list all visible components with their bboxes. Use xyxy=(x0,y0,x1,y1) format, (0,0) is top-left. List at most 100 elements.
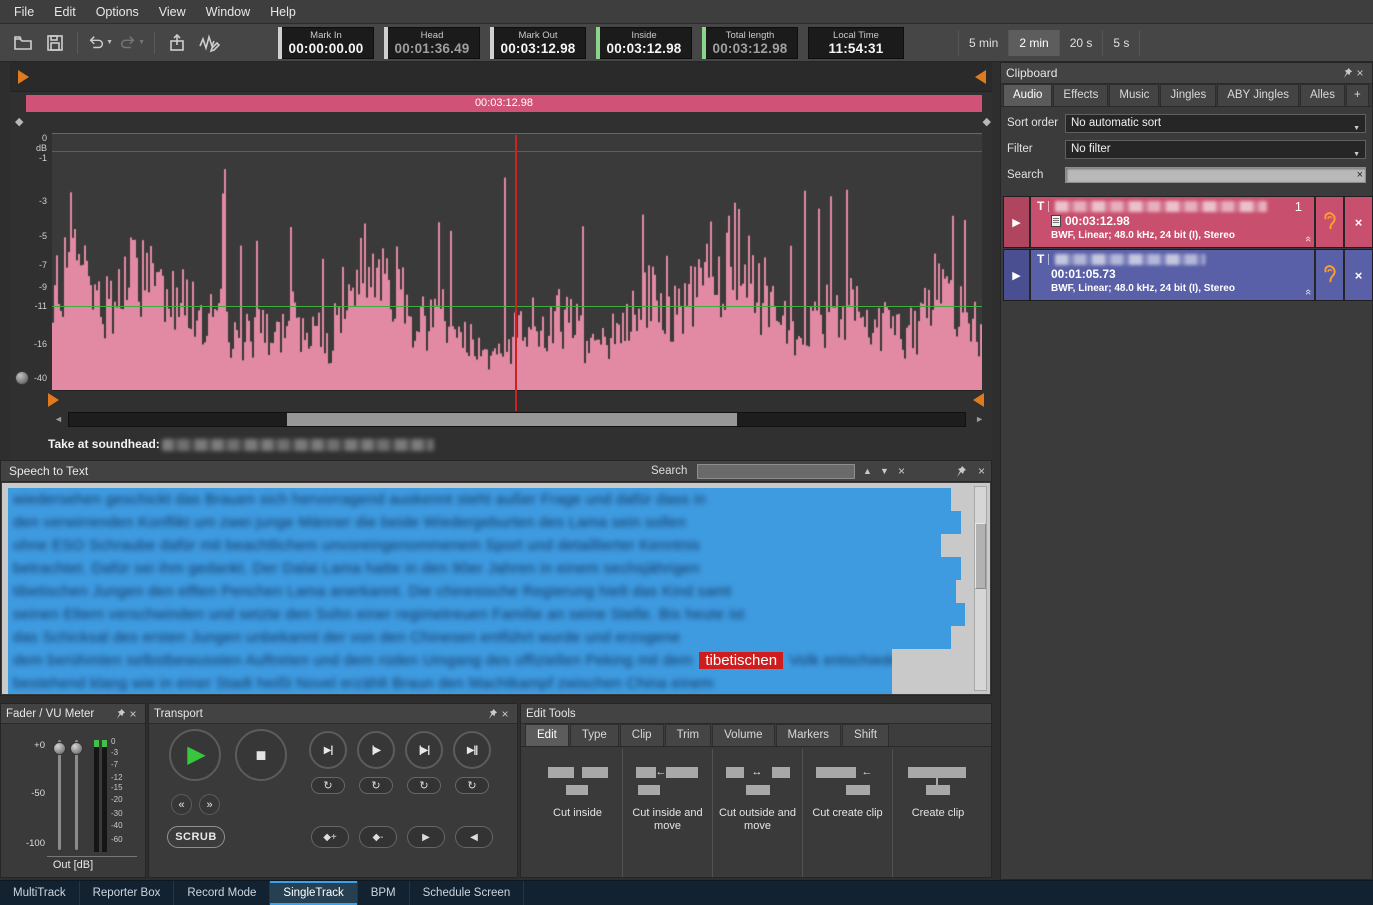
loop-start-flag-icon[interactable] xyxy=(48,393,59,407)
menu-window[interactable]: Window xyxy=(196,0,260,24)
transcript-scrollbar-thumb[interactable] xyxy=(975,523,986,589)
delete-item-button[interactable]: × xyxy=(1343,250,1372,300)
play-to-mark-button[interactable]: ▶| xyxy=(309,731,347,769)
transcript-line[interactable]: betrachtet. Dafür sei ihm gedankt. Der D… xyxy=(8,557,961,580)
prelisten-button[interactable] xyxy=(1314,197,1343,247)
tab-effects[interactable]: Effects xyxy=(1053,84,1108,106)
save-icon[interactable] xyxy=(42,30,68,56)
left-diamond-marker-icon[interactable]: ◆ xyxy=(15,115,23,128)
redo-icon[interactable]: ▼ xyxy=(119,30,145,56)
tab-audio[interactable]: Audio xyxy=(1003,84,1052,106)
sort-order-dropdown[interactable]: No automatic sort▼ xyxy=(1065,114,1366,133)
clipboard-item[interactable]: ▶ T 00:01:05.73 BWF, Linear; 48.0 kHz, 2… xyxy=(1004,250,1372,300)
waveform-canvas[interactable] xyxy=(52,134,982,390)
tab-aby-jingles[interactable]: ABY Jingles xyxy=(1217,84,1299,106)
pin-icon[interactable] xyxy=(955,465,967,478)
item-body[interactable]: T 00:01:05.73 BWF, Linear; 48.0 kHz, 24 … xyxy=(1031,250,1314,300)
transcript-line[interactable]: ohne ESO Schraube dafür mit beachtlichem… xyxy=(8,534,941,557)
transcript-line[interactable]: tibetischen Jungen den elften Penchen La… xyxy=(8,580,956,603)
stop-button[interactable]: ■ xyxy=(235,729,287,781)
pin-icon[interactable] xyxy=(487,708,498,720)
next-marker-button[interactable]: ▶ xyxy=(407,826,445,848)
workspace-tab-reporter-box[interactable]: Reporter Box xyxy=(80,881,175,905)
selection-duration-bar[interactable]: 00:03:12.98 xyxy=(26,95,982,112)
open-folder-icon[interactable] xyxy=(10,30,36,56)
gain-knob[interactable] xyxy=(15,371,29,385)
mark-out-flag-icon[interactable] xyxy=(975,70,986,84)
add-tab-button[interactable]: + xyxy=(1346,84,1369,106)
playhead-cursor[interactable] xyxy=(515,135,517,411)
collapse-chevron-icon[interactable]: « xyxy=(1303,289,1313,295)
loop-button-3[interactable]: ↻ xyxy=(407,777,441,794)
cut-inside-move-tool[interactable]: ← Cut inside and move xyxy=(623,749,713,877)
tab-jingles[interactable]: Jingles xyxy=(1160,84,1216,106)
undo-icon[interactable]: ▼ xyxy=(87,30,113,56)
scrollbar-thumb[interactable] xyxy=(287,413,737,426)
waveform-plot[interactable] xyxy=(52,133,982,391)
delete-item-button[interactable]: × xyxy=(1343,197,1372,247)
fader-knob-left[interactable] xyxy=(53,742,66,755)
play-pause-button[interactable]: ▶|| xyxy=(453,731,491,769)
selection-ruler[interactable] xyxy=(10,62,992,92)
cut-inside-tool[interactable]: Cut inside xyxy=(533,749,623,877)
cut-create-clip-tool[interactable]: ← Cut create clip xyxy=(803,749,893,877)
mark-in-flag-icon[interactable] xyxy=(18,70,29,84)
export-take-icon[interactable] xyxy=(164,30,190,56)
search-hit-word[interactable]: tibetischen xyxy=(699,652,783,669)
menu-file[interactable]: File xyxy=(4,0,44,24)
scroll-left-icon[interactable]: ◄ xyxy=(54,414,63,424)
scrub-button[interactable]: SCRUB xyxy=(167,826,225,848)
tab-alles[interactable]: Alles xyxy=(1300,84,1345,106)
transcript-scrollbar[interactable] xyxy=(974,486,987,691)
fader-track-right[interactable] xyxy=(75,740,78,850)
loop-end-flag-icon[interactable] xyxy=(973,393,984,407)
transcript-line[interactable]: den verwirrenden Konflikt um zwei junge … xyxy=(8,511,961,534)
search-clear-icon[interactable]: × xyxy=(898,464,905,479)
workspace-tab-record-mode[interactable]: Record Mode xyxy=(174,881,270,905)
item-play-button[interactable]: ▶ xyxy=(1004,250,1031,300)
transcript-line[interactable]: bestehend klang wie in einer Stadt heißt… xyxy=(8,672,892,694)
menu-help[interactable]: Help xyxy=(260,0,306,24)
close-panel-icon[interactable]: × xyxy=(498,707,512,721)
close-panel-icon[interactable]: × xyxy=(978,464,985,479)
tab-volume[interactable]: Volume xyxy=(712,724,774,746)
close-panel-icon[interactable]: × xyxy=(126,707,140,721)
loop-button-4[interactable]: ↻ xyxy=(455,777,489,794)
play-button[interactable]: ▶ xyxy=(169,729,221,781)
create-clip-tool[interactable]: Create clip xyxy=(893,749,983,877)
tab-music[interactable]: Music xyxy=(1109,84,1159,106)
undo-caret-icon[interactable]: ▼ xyxy=(106,39,113,46)
clipboard-item-selected[interactable]: ▶ T 1 00:03:12.98 BWF, Linear; 48.0 kHz,… xyxy=(1004,197,1372,247)
zoom-20s-button[interactable]: 20 s xyxy=(1060,30,1104,56)
speech-search-input[interactable] xyxy=(697,464,855,479)
item-body[interactable]: T 1 00:03:12.98 BWF, Linear; 48.0 kHz, 2… xyxy=(1031,197,1314,247)
speech-transcript[interactable]: wiedersehen geschickt das Brauen sich he… xyxy=(2,483,990,694)
filter-dropdown[interactable]: No filter▼ xyxy=(1065,140,1366,159)
workspace-tab-schedule-screen[interactable]: Schedule Screen xyxy=(410,881,525,905)
cut-outside-move-tool[interactable]: ↔ Cut outside and move xyxy=(713,749,803,877)
zoom-5min-button[interactable]: 5 min xyxy=(958,30,1009,56)
loop-button-2[interactable]: ↻ xyxy=(359,777,393,794)
scrollbar-track[interactable] xyxy=(68,412,966,427)
transcript-line[interactable]: wiedersehen geschickt das Brauen sich he… xyxy=(8,488,951,511)
workspace-tab-singletrack[interactable]: SingleTrack xyxy=(270,881,357,905)
skip-back-button[interactable]: « xyxy=(171,794,192,815)
add-marker-button[interactable]: ◆+ xyxy=(311,826,349,848)
tab-type[interactable]: Type xyxy=(570,724,619,746)
tab-markers[interactable]: Markers xyxy=(776,724,842,746)
play-between-marks-button[interactable]: |▶| xyxy=(405,731,443,769)
zoom-2min-button[interactable]: 2 min xyxy=(1009,30,1059,56)
remove-marker-button[interactable]: ◆- xyxy=(359,826,397,848)
menu-edit[interactable]: Edit xyxy=(44,0,86,24)
menu-view[interactable]: View xyxy=(149,0,196,24)
collapse-chevron-icon[interactable]: « xyxy=(1303,236,1313,242)
workspace-tab-bpm[interactable]: BPM xyxy=(358,881,410,905)
transcript-line-highlighted[interactable]: dem berühmten selbstbewussten Auftreten … xyxy=(8,649,892,672)
skip-forward-button[interactable]: » xyxy=(199,794,220,815)
tab-clip[interactable]: Clip xyxy=(620,724,664,746)
prelisten-button[interactable] xyxy=(1314,250,1343,300)
search-prev-icon[interactable]: ▲ xyxy=(863,465,872,478)
play-from-mark-button[interactable]: |▶ xyxy=(357,731,395,769)
item-play-button[interactable]: ▶ xyxy=(1004,197,1031,247)
tab-shift[interactable]: Shift xyxy=(842,724,889,746)
